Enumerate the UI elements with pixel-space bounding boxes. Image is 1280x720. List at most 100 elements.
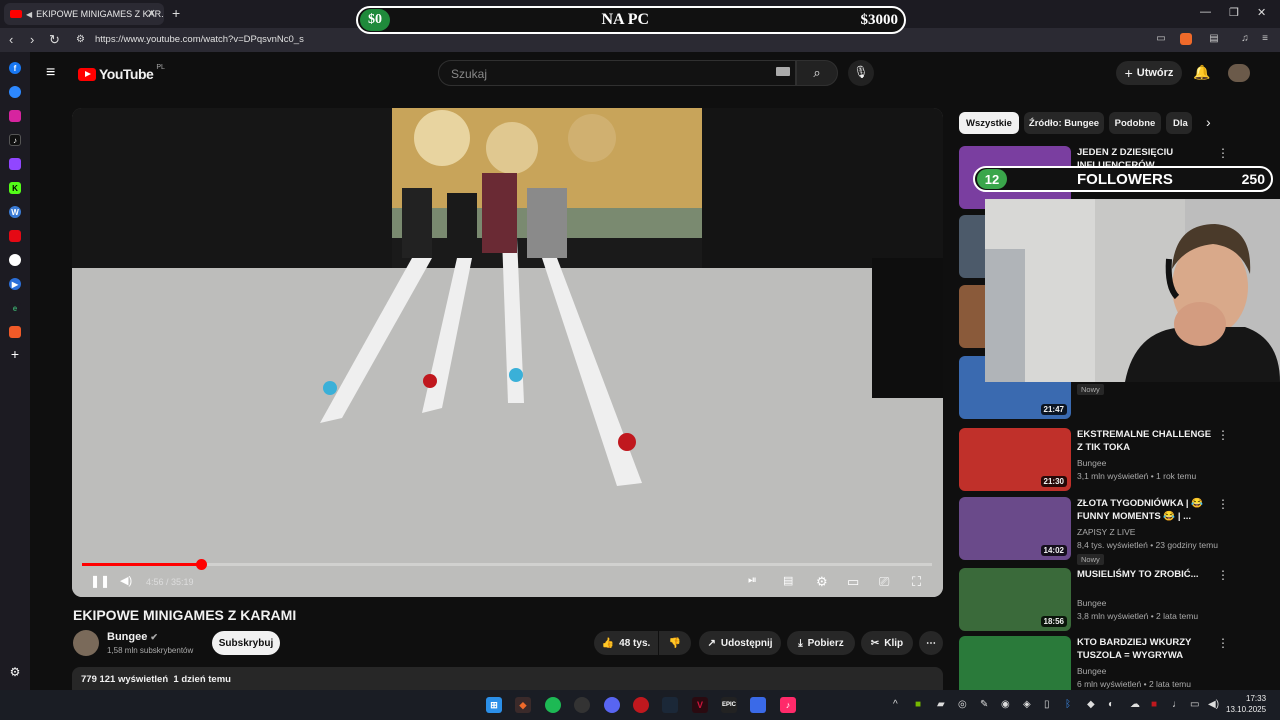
obs-taskbar-icon[interactable] (574, 697, 590, 713)
tray-icon-6[interactable]: ▯ (1044, 699, 1050, 710)
tab-close-icon[interactable]: ✕ (147, 7, 156, 20)
player-icon[interactable]: ▶ (9, 278, 21, 290)
threads-icon[interactable] (9, 254, 21, 266)
browser-menu-icon[interactable]: ≡ (1259, 33, 1271, 45)
netflix-icon[interactable] (9, 230, 21, 242)
close-window-icon[interactable]: ✕ (1257, 6, 1266, 19)
speaker-tray-icon[interactable]: ◀) (1208, 699, 1219, 710)
tray-expand-icon[interactable]: ^ (893, 699, 898, 710)
recommendation-channel[interactable]: Bungee (1077, 458, 1106, 468)
like-button[interactable]: 👍 48 tys. (594, 631, 658, 655)
media-icon[interactable]: ♫ (1239, 33, 1251, 45)
tray-icon-2[interactable]: ◎ (958, 699, 967, 710)
search-input[interactable]: Szukaj (438, 60, 796, 86)
recommendation-thumbnail[interactable]: 18:56 (959, 568, 1071, 631)
create-button[interactable]: + Utwórz (1116, 61, 1182, 85)
discord-taskbar-icon[interactable] (604, 697, 620, 713)
new-tab-button[interactable]: + (172, 5, 180, 21)
tray-icon-9[interactable]: ■ (1151, 699, 1157, 710)
system-clock[interactable]: 17:33 13.10.2025 (1226, 693, 1266, 715)
nvidia-tray-icon[interactable]: ■ (915, 699, 921, 710)
tiktok-taskbar-icon[interactable]: ♪ (780, 697, 796, 713)
app2-taskbar-icon[interactable] (750, 697, 766, 713)
chips-next-icon[interactable]: › (1206, 114, 1211, 130)
kick-icon[interactable]: K (9, 182, 21, 194)
add-panel-icon[interactable]: + (9, 346, 21, 362)
channel-name[interactable]: Bungee ✔ (107, 631, 158, 643)
recommendation-title[interactable]: KTO BARDZIEJ WKURZY TUSZOLA = WYGRYWA (1077, 637, 1217, 662)
tray-icon-8[interactable]: ☁ (1130, 699, 1140, 710)
site-info-icon[interactable]: ⚙ (76, 34, 85, 45)
cast-icon[interactable]: ⎚ (879, 574, 889, 590)
minimize-icon[interactable]: — (1200, 6, 1211, 18)
back-icon[interactable]: ‹ (9, 32, 13, 47)
edge-icon[interactable]: e (9, 302, 21, 314)
video-progress-bar[interactable] (82, 559, 932, 570)
hamburger-menu-icon[interactable]: ≡ (46, 64, 55, 82)
fullscreen-icon[interactable]: ⛶ (912, 574, 921, 590)
steam-taskbar-icon[interactable] (662, 697, 678, 713)
forward-icon[interactable]: › (30, 32, 34, 47)
more-vertical-icon[interactable]: ⋮ (1217, 497, 1229, 511)
spotify-taskbar-icon[interactable] (545, 697, 561, 713)
mic-tray-icon[interactable]: ♩ (1172, 699, 1182, 710)
recommendation-title[interactable]: ZŁOTA TYGODNIÓWKA | 😂 FUNNY MOMENTS 😂 | … (1077, 498, 1217, 523)
facebook-icon[interactable]: f (9, 62, 21, 74)
chip-all[interactable]: Wszystkie (959, 112, 1019, 134)
recommendation-item[interactable]: 21:30 EKSTREMALNE CHALLENGE Z TIK TOKA Bun… (959, 428, 1273, 492)
more-actions-button[interactable]: ⋯ (919, 631, 943, 655)
recommendation-item[interactable]: 18:56 MUSIELIŚMY TO ZROBIĆ... Bungee 3,8 ml… (959, 568, 1273, 632)
brave-taskbar-icon[interactable]: ◆ (515, 697, 531, 713)
more-vertical-icon[interactable]: ⋮ (1217, 146, 1229, 160)
instagram-icon[interactable] (9, 110, 21, 122)
tray-icon-3[interactable]: ✎ (980, 699, 988, 710)
tiktok-icon[interactable]: ♪ (9, 134, 21, 146)
browser-tab[interactable]: ◀ EKIPOWE MINIGAMES Z KAR... ✕ (4, 3, 164, 25)
share-button[interactable]: ↗ Udostępnij (699, 631, 781, 655)
app-taskbar-icon[interactable] (633, 697, 649, 713)
recommendation-channel[interactable]: Bungee (1077, 598, 1106, 608)
autoplay-toggle-icon[interactable]: ⏯ (748, 574, 757, 587)
video-player[interactable]: ❚❚ ◀) 4:56 / 35:19 ⏯ ▤ ⚙ ▭ ⎚ ⛶ (72, 108, 943, 597)
subscribe-button[interactable]: Subskrybuj (212, 631, 280, 655)
steam-tray-icon[interactable]: ◐ (1108, 699, 1114, 710)
bluetooth-icon[interactable]: ᛒ (1065, 699, 1071, 710)
recommendation-channel[interactable]: ZAPISY Z LIVE (1077, 527, 1135, 537)
user-avatar[interactable] (1228, 64, 1250, 82)
brave-shield-icon[interactable] (1180, 33, 1192, 45)
chip-source-bungee[interactable]: Źródło: Bungee (1024, 112, 1104, 134)
twitch-icon[interactable] (9, 158, 21, 170)
voice-search-button[interactable]: 🎙 (848, 60, 874, 86)
search-button[interactable]: ⌕ (796, 60, 838, 86)
network-icon[interactable]: ▭ (1190, 699, 1199, 710)
app-icon[interactable] (9, 326, 21, 338)
settings-gear-icon[interactable]: ⚙ (9, 665, 21, 679)
tray-icon-1[interactable]: ▰ (937, 699, 945, 710)
tray-icon-4[interactable]: ◉ (1001, 699, 1010, 710)
more-vertical-icon[interactable]: ⋮ (1217, 428, 1229, 442)
speaker-icon[interactable]: ◀ (26, 10, 32, 19)
more-vertical-icon[interactable]: ⋮ (1217, 568, 1229, 582)
url-field[interactable]: https://www.youtube.com/watch?v=DPqsvnNc… (95, 34, 304, 45)
valorant-taskbar-icon[interactable]: V (692, 697, 708, 713)
notifications-bell-icon[interactable]: 🔔 (1193, 64, 1210, 81)
recommendation-channel[interactable]: Bungee (1077, 666, 1106, 676)
recommendation-item[interactable]: 14:02 ZŁOTA TYGODNIÓWKA | 😂 FUNNY MOMENTS… (959, 497, 1273, 565)
epic-taskbar-icon[interactable]: EPIC (721, 697, 737, 713)
recommendation-thumbnail[interactable]: 21:30 (959, 428, 1071, 491)
tray-icon-5[interactable]: ◈ (1023, 699, 1031, 710)
keyboard-icon[interactable] (776, 67, 790, 76)
clip-button[interactable]: ✂ Klip (861, 631, 913, 655)
recommendation-title[interactable]: MUSIELIŚMY TO ZROBIĆ... (1077, 569, 1217, 582)
youtube-logo[interactable]: YouTube PL (78, 64, 165, 82)
recommendation-title[interactable]: EKSTREMALNE CHALLENGE Z TIK TOKA (1077, 429, 1217, 454)
chip-similar[interactable]: Podobne (1109, 112, 1161, 134)
recommendation-thumbnail[interactable]: 14:02 (959, 497, 1071, 560)
channel-avatar[interactable] (73, 630, 99, 656)
reload-icon[interactable]: ↻ (49, 32, 60, 48)
more-vertical-icon[interactable]: ⋮ (1217, 636, 1229, 650)
tray-icon-7[interactable]: ◆ (1087, 699, 1095, 710)
settings-icon[interactable]: ⚙ (816, 574, 828, 590)
volume-icon[interactable]: ◀) (120, 574, 132, 587)
subtitles-icon[interactable]: ▤ (783, 574, 793, 587)
